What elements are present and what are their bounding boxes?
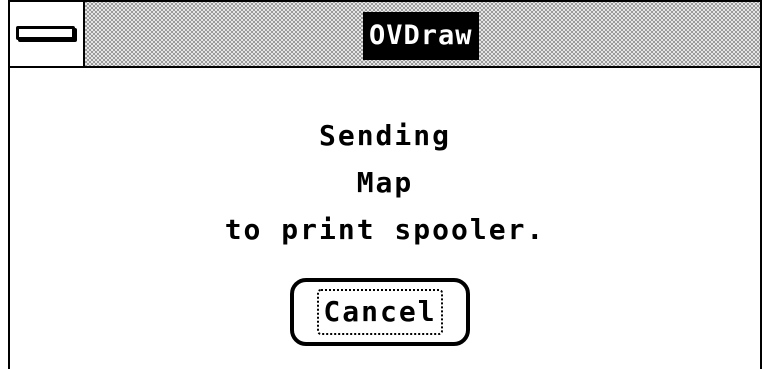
cancel-button[interactable]: Cancel (290, 278, 470, 346)
title-bar[interactable]: OVDraw (10, 2, 760, 68)
message-line-3: to print spooler. (224, 213, 546, 246)
system-menu-icon (16, 26, 75, 40)
window-title: OVDraw (363, 12, 479, 60)
print-dialog-window: OVDraw Sending Map to print spooler. Can… (8, 0, 762, 369)
status-message: Sending Map to print spooler. (10, 112, 760, 253)
message-line-2: Map (356, 166, 414, 199)
message-line-1: Sending (318, 119, 451, 152)
system-menu-button[interactable] (10, 2, 85, 66)
cancel-button-label: Cancel (317, 289, 443, 335)
